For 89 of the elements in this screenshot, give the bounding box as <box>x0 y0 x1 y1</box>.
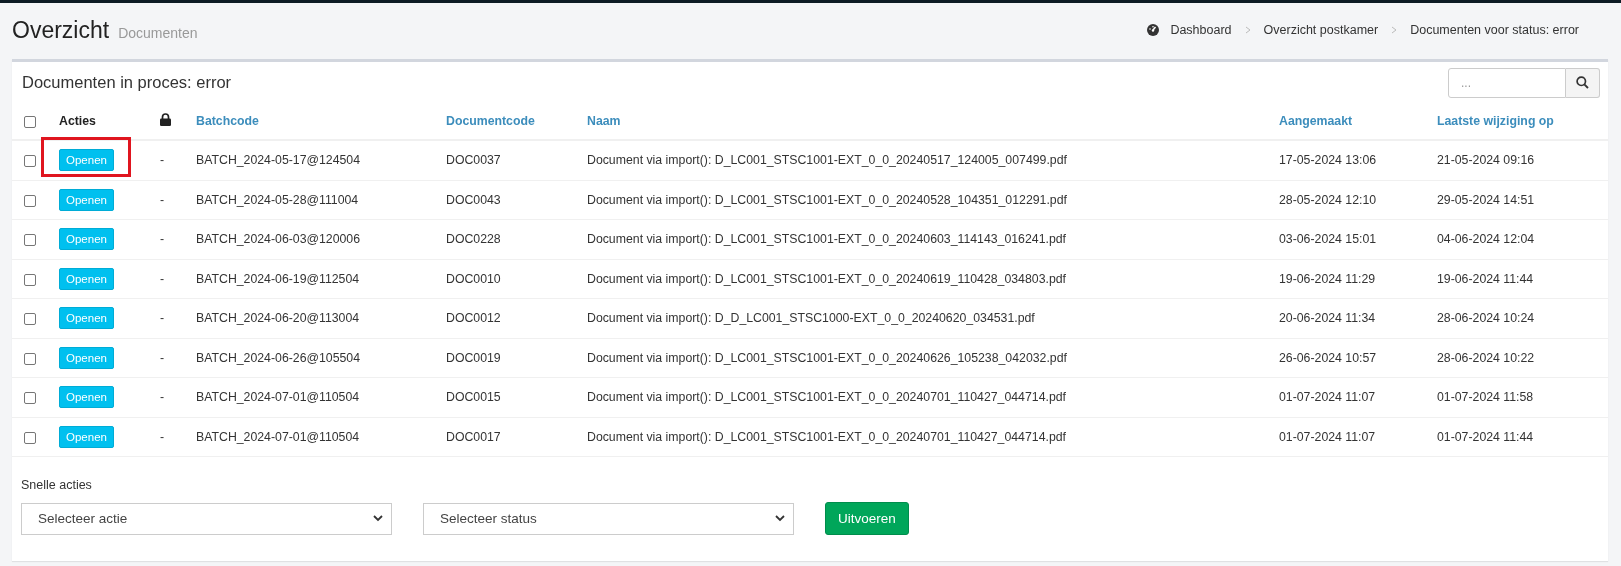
breadcrumb-link[interactable]: Overzicht postkamer <box>1263 23 1379 37</box>
column-header: Acties <box>59 114 96 128</box>
table-cell: DOC0043 <box>446 192 501 207</box>
open-button[interactable]: Openen <box>59 425 114 448</box>
table-cell: - <box>160 429 165 444</box>
table-cell: - <box>160 192 165 207</box>
table-cell: BATCH_2024-06-19@112504 <box>196 271 360 286</box>
open-button[interactable]: Openen <box>59 346 114 369</box>
table-cell: - <box>160 153 165 168</box>
separator-icon <box>1391 26 1398 34</box>
search-field[interactable]: ... <box>1448 67 1566 98</box>
dashboard-icon <box>1147 24 1160 36</box>
table-cell: Document via import(): D_LC001_STSC1001-EXT_0_0_20240701_110427_044714.pdf <box>587 390 1066 405</box>
column-header[interactable]: Documentcode <box>446 114 535 128</box>
row-checkbox[interactable] <box>24 273 36 286</box>
table-cell: - <box>160 232 165 247</box>
table-cell: 01-07-2024 11:07 <box>1279 390 1376 405</box>
table-cell: - <box>160 311 165 326</box>
table-cell: BATCH_2024-06-20@113004 <box>196 311 360 326</box>
row-checkbox[interactable] <box>24 392 36 404</box>
page-subtitle: Documenten <box>118 25 198 41</box>
table-cell: - <box>160 350 165 365</box>
table-cell: DOC0037 <box>446 153 501 168</box>
row-checkbox[interactable] <box>24 313 36 325</box>
table-cell: DOC0010 <box>446 271 501 286</box>
table-cell: Document via import(): D_D_LC001_STSC1000-EXT_0_0_20240620_034531.pdf <box>587 311 1035 326</box>
row-checkbox[interactable] <box>24 431 36 444</box>
page-title: Overzicht <box>12 17 110 44</box>
select-field[interactable]: Selecteer actie <box>21 502 392 535</box>
table-cell: BATCH_2024-07-01@110504 <box>196 390 360 405</box>
execute-button[interactable]: Uitvoeren <box>825 502 909 535</box>
table-cell: BATCH_2024-05-28@111004 <box>196 192 359 207</box>
table-cell: 20-06-2024 11:34 <box>1279 311 1376 326</box>
table-cell: 26-06-2024 10:57 <box>1279 350 1377 365</box>
table-cell: 01-07-2024 11:07 <box>1279 429 1376 444</box>
open-button[interactable]: Openen <box>59 386 114 409</box>
select-field[interactable]: Selecteer status <box>423 502 794 535</box>
table-cell: 01-07-2024 11:44 <box>1437 429 1534 444</box>
breadcrumb-link[interactable]: Dashboard <box>1170 23 1232 37</box>
open-button[interactable]: Openen <box>59 267 114 290</box>
table-cell: 28-06-2024 10:22 <box>1437 350 1535 365</box>
open-button[interactable]: Openen <box>59 149 114 172</box>
table-cell: DOC0228 <box>446 232 501 247</box>
table-cell: BATCH_2024-05-17@124504 <box>196 153 361 168</box>
column-header[interactable]: Naam <box>587 114 621 128</box>
chevron-down-icon <box>373 515 383 522</box>
column-header[interactable]: Laatste wijziging op <box>1437 114 1554 128</box>
row-checkbox[interactable] <box>24 352 36 365</box>
open-button[interactable]: Openen <box>59 188 114 211</box>
row-checkbox[interactable] <box>24 155 36 167</box>
table-cell: BATCH_2024-06-26@105504 <box>196 350 361 365</box>
table-cell: 01-07-2024 11:58 <box>1437 390 1534 405</box>
table-cell: Document via import(): D_LC001_STSC1001-EXT_0_0_20240603_114143_016241.pdf <box>587 232 1066 247</box>
table-cell: - <box>160 271 165 286</box>
row-checkbox[interactable] <box>24 194 36 207</box>
separator-icon <box>1244 26 1251 34</box>
quick-actions-label: Snelle acties <box>21 478 92 492</box>
open-button[interactable]: Openen <box>59 307 114 330</box>
table-cell: BATCH_2024-06-03@120006 <box>196 232 361 247</box>
table-cell: 28-05-2024 12:10 <box>1279 192 1377 207</box>
table-cell: BATCH_2024-07-01@110504 <box>196 429 360 444</box>
table-cell: 21-05-2024 09:16 <box>1437 153 1535 168</box>
lock-icon <box>160 113 171 126</box>
table-cell: Document via import(): D_LC001_STSC1001-EXT_0_0_20240619_110428_034803.pdf <box>587 271 1066 286</box>
table-cell: Document via import(): D_LC001_STSC1001-EXT_0_0_20240701_110427_044714.pdf <box>587 429 1066 444</box>
table-cell: 03-06-2024 15:01 <box>1279 232 1377 247</box>
column-header[interactable]: Aangemaakt <box>1279 114 1353 128</box>
open-button[interactable]: Openen <box>59 228 114 251</box>
search-button[interactable] <box>1566 67 1600 98</box>
table-cell: DOC0019 <box>446 350 501 365</box>
table-cell: 17-05-2024 13:06 <box>1279 153 1377 168</box>
table-cell: Document via import(): D_LC001_STSC1001-EXT_0_0_20240517_124005_007499.pdf <box>587 153 1067 168</box>
column-header[interactable]: Batchcode <box>196 114 259 128</box>
table-cell: Document via import(): D_LC001_STSC1001-EXT_0_0_20240626_105238_042032.pdf <box>587 350 1067 365</box>
table-cell: DOC0012 <box>446 311 501 326</box>
select-all-checkbox[interactable] <box>24 115 36 128</box>
table-cell: 28-06-2024 10:24 <box>1437 311 1535 326</box>
card-title: Documenten in proces: error <box>22 73 232 92</box>
table-cell: 29-05-2024 14:51 <box>1437 192 1535 207</box>
table-cell: 04-06-2024 12:04 <box>1437 232 1535 247</box>
table-cell: Document via import(): D_LC001_STSC1001-EXT_0_0_20240528_104351_012291.pdf <box>587 192 1067 207</box>
table-cell: - <box>160 390 165 405</box>
table-cell: 19-06-2024 11:29 <box>1279 271 1376 286</box>
row-checkbox[interactable] <box>24 234 36 246</box>
table-cell: DOC0015 <box>446 390 501 405</box>
table-cell: DOC0017 <box>446 429 501 444</box>
table-cell: 19-06-2024 11:44 <box>1437 271 1534 286</box>
chevron-down-icon <box>775 515 785 522</box>
search-icon <box>1576 76 1589 89</box>
